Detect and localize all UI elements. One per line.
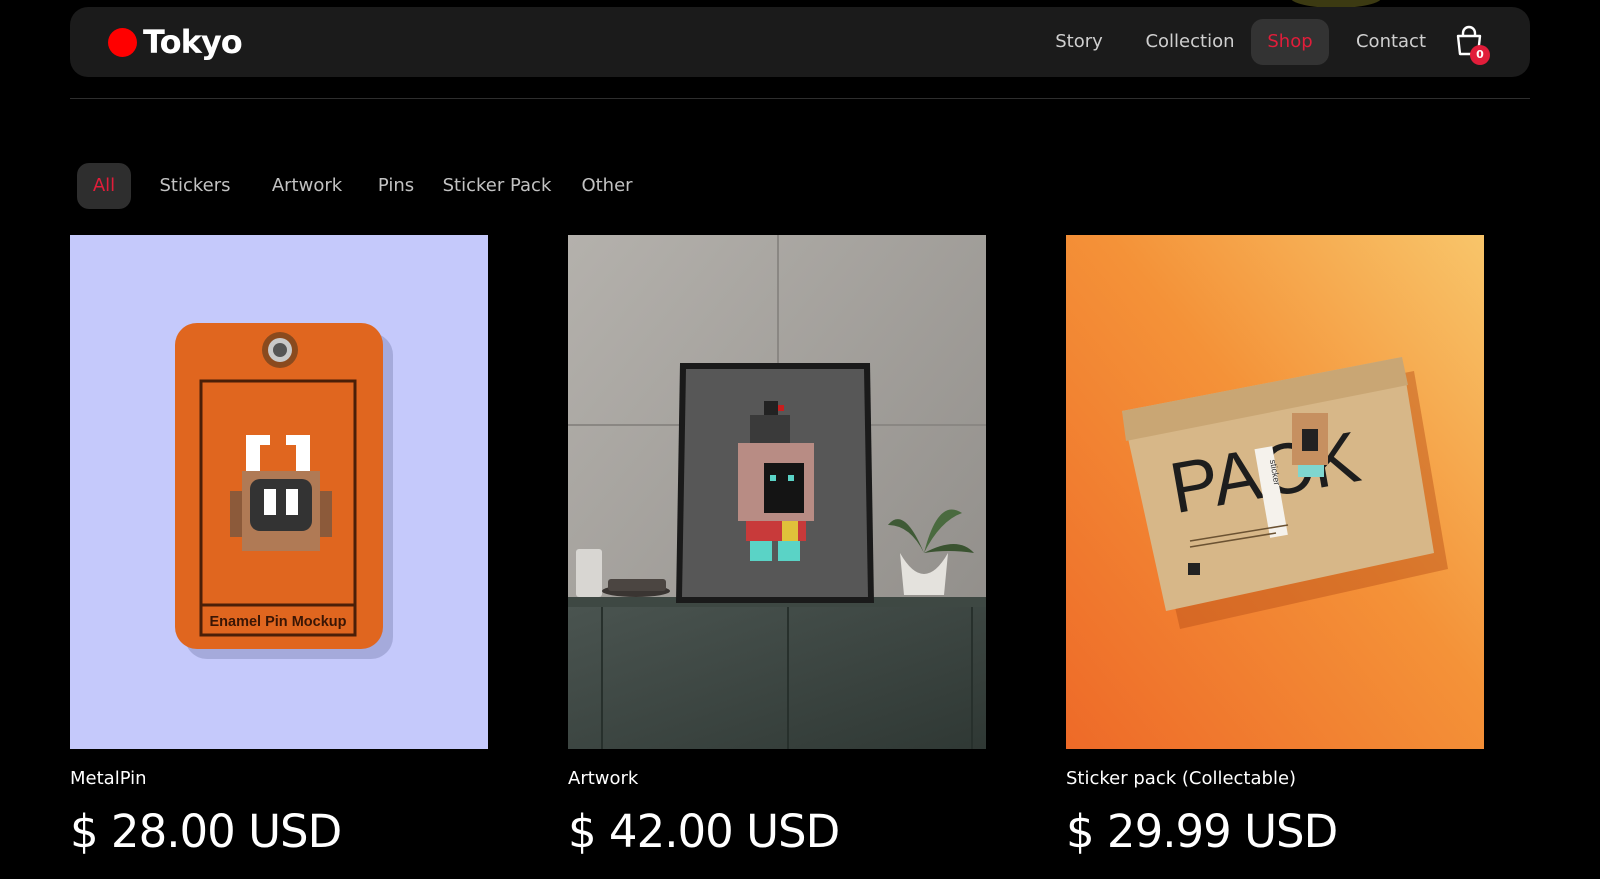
product-image-metalpin[interactable]: Enamel Pin Mockup xyxy=(70,235,488,749)
nav-contact[interactable]: Contact xyxy=(1346,19,1436,65)
brand-dot-icon xyxy=(108,27,137,57)
product-price: $ 28.00 USD xyxy=(70,805,342,858)
product-title[interactable]: Sticker pack (Collectable) xyxy=(1066,768,1296,789)
header-divider xyxy=(70,98,1530,99)
sticker-pack-illustration: PACK sticker xyxy=(1066,235,1484,749)
filter-other[interactable]: Other xyxy=(571,163,643,209)
filter-all[interactable]: All xyxy=(77,163,131,209)
product-card[interactable]: Enamel Pin Mockup MetalPin $ 28.00 USD xyxy=(70,235,488,858)
svg-text:Enamel Pin Mockup: Enamel Pin Mockup xyxy=(210,614,347,630)
product-card[interactable]: Artwork $ 42.00 USD xyxy=(568,235,986,858)
product-title[interactable]: Artwork xyxy=(568,768,638,789)
brand-logo[interactable]: Tokyo xyxy=(108,23,243,61)
product-title[interactable]: MetalPin xyxy=(70,768,147,789)
filter-artwork[interactable]: Artwork xyxy=(257,163,357,209)
filter-stickers[interactable]: Stickers xyxy=(145,163,245,209)
product-price: $ 29.99 USD xyxy=(1066,805,1338,858)
nav-story[interactable]: Story xyxy=(1033,19,1125,65)
product-card[interactable]: PACK sticker Sticker pack (Collectable) … xyxy=(1066,235,1484,858)
navbar: Tokyo Story Collection Shop Contact 0 xyxy=(70,7,1530,77)
nav-collection[interactable]: Collection xyxy=(1130,19,1250,65)
product-image-artwork[interactable] xyxy=(568,235,986,749)
enamel-pin-illustration: Enamel Pin Mockup xyxy=(70,235,488,749)
framed-artwork-illustration xyxy=(568,235,986,749)
nav-shop[interactable]: Shop xyxy=(1251,19,1329,65)
brand-name: Tokyo xyxy=(143,23,243,61)
product-image-sticker-pack[interactable]: PACK sticker xyxy=(1066,235,1484,749)
cart-count-badge: 0 xyxy=(1470,45,1490,65)
filter-sticker-pack[interactable]: Sticker Pack xyxy=(435,163,559,209)
product-price: $ 42.00 USD xyxy=(568,805,840,858)
filter-pins[interactable]: Pins xyxy=(370,163,422,209)
cart-button[interactable]: 0 xyxy=(1454,25,1490,65)
